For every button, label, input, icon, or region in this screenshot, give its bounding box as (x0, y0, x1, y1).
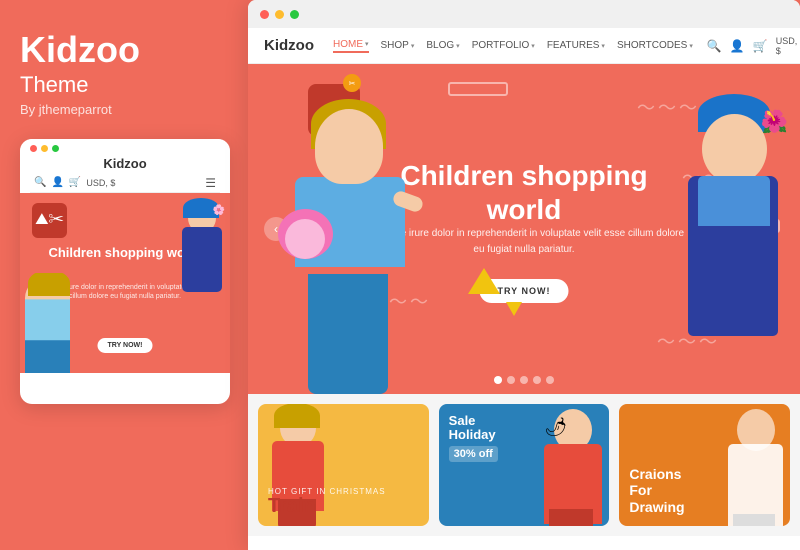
brand-author: By jthemeparrot (20, 102, 228, 117)
products-section: Hot gift in Christmas Train SaleHoliday … (248, 394, 800, 536)
shortcodes-chevron-icon: ▾ (689, 42, 693, 50)
triangle-yellow (468, 268, 500, 294)
nav-link-portfolio[interactable]: PORTFOLIO ▾ (472, 40, 535, 51)
brand-title: Kidzoo (20, 30, 228, 70)
product-card-crayons[interactable]: Craions For Drawing (619, 404, 790, 526)
hero-dot-4[interactable] (533, 376, 541, 384)
brand-subtitle: Theme (20, 72, 228, 98)
mobile-logo-icon: ⛰✂ (35, 211, 64, 229)
hot-gift-card-text: Hot gift in Christmas Train (268, 487, 419, 516)
mobile-nav-left: 🔍 👤 🛒 USD, $ (34, 177, 115, 188)
search-icon[interactable]: 🔍 (707, 39, 722, 53)
mobile-mockup: Kidzoo 🔍 👤 🛒 USD, $ ☰ ⛰✂ Children shoppi… (20, 139, 230, 404)
mobile-dots (30, 145, 220, 152)
nav-link-blog[interactable]: BLOG ▾ (426, 40, 459, 51)
baby-flower-icon: 🌺 (761, 109, 788, 135)
hero-girl-figure (273, 99, 428, 394)
mobile-girl-figure (20, 273, 75, 373)
cart-icon[interactable]: 🛒 (753, 39, 768, 53)
orange-card-child (725, 409, 785, 526)
hero-dot-5[interactable] (546, 376, 554, 384)
deco-rect-top (448, 82, 508, 96)
shop-chevron-icon: ▾ (411, 42, 415, 50)
mobile-nav-icons: 🔍 👤 🛒 USD, $ ☰ (30, 174, 220, 193)
mobile-hamburger-icon[interactable]: ☰ (205, 176, 216, 190)
product-card-hot-gift[interactable]: Hot gift in Christmas Train (258, 404, 429, 526)
sale-badge-area: SaleHoliday 30% off (449, 414, 498, 462)
home-chevron-icon: ▾ (365, 40, 369, 48)
site-logo: Kidzoo (264, 37, 319, 54)
browser-dot-red (260, 10, 269, 19)
browser-bar (248, 0, 800, 28)
site-nav-links: HOME ▾ SHOP ▾ BLOG ▾ PORTFOLIO ▾ FEATURE… (333, 39, 693, 53)
mobile-baby-figure: 🌸 (180, 203, 225, 298)
train-label: Train (268, 496, 419, 516)
mobile-dot-yellow (41, 145, 48, 152)
mobile-brand-name: Kidzoo (30, 156, 220, 171)
hero-dot-3[interactable] (520, 376, 528, 384)
hero-slider-dots (494, 376, 554, 384)
currency-label[interactable]: USD, $ (776, 36, 798, 56)
mobile-currency: USD, $ (86, 178, 115, 188)
blue-card-child: 🌶 (539, 409, 604, 526)
nav-link-home[interactable]: HOME ▾ (333, 39, 369, 53)
mobile-user-icon: 👤 (51, 177, 63, 188)
sale-off-label: 30% off (449, 446, 498, 462)
mobile-dot-red (30, 145, 37, 152)
user-icon[interactable]: 👤 (730, 39, 745, 53)
nav-link-shortcodes[interactable]: SHORTCODES ▾ (617, 40, 693, 51)
hero-baby-figure: 🌺 (680, 94, 790, 359)
mobile-search-icon: 🔍 (34, 177, 46, 188)
mobile-try-now-button[interactable]: TRY NOW! (98, 338, 153, 353)
mobile-cart-icon: 🛒 (69, 177, 81, 188)
hero-logo-badge: ✂ (343, 74, 361, 92)
hero-dot-1[interactable] (494, 376, 502, 384)
hero-dot-2[interactable] (507, 376, 515, 384)
triangle-yellow-small (506, 302, 522, 316)
browser-dot-yellow (275, 10, 284, 19)
portfolio-chevron-icon: ▾ (531, 42, 535, 50)
blog-chevron-icon: ▾ (456, 42, 460, 50)
nav-link-features[interactable]: FEATURES ▾ (547, 40, 605, 51)
features-chevron-icon: ▾ (601, 42, 605, 50)
product-card-sale-holiday[interactable]: SaleHoliday 30% off 🌶 (439, 404, 610, 526)
mobile-hero: ⛰✂ Children shopping world Duis aute iru… (20, 193, 230, 373)
left-panel: Kidzoo Theme By jthemeparrot Kidzoo 🔍 👤 … (0, 0, 248, 550)
nav-link-shop[interactable]: SHOP ▾ (381, 40, 415, 51)
sale-holiday-label: SaleHoliday (449, 414, 498, 443)
site-nav-icons: 🔍 👤 🛒 USD, $ (707, 36, 797, 56)
browser-mockup: Kidzoo HOME ▾ SHOP ▾ BLOG ▾ PORTFOLIO ▾ … (248, 0, 800, 550)
blue-card-icon: 🌶 (544, 417, 567, 438)
hero-section: 〜〜〜 〜〜〜 〜〜〜 〜〜〜 ⛰ ✂ Children shopping wo… (248, 64, 800, 394)
mobile-header: Kidzoo 🔍 👤 🛒 USD, $ ☰ (20, 139, 230, 193)
browser-dot-green (290, 10, 299, 19)
mobile-dot-green (52, 145, 59, 152)
mobile-logo-box: ⛰✂ (32, 203, 67, 238)
site-nav: Kidzoo HOME ▾ SHOP ▾ BLOG ▾ PORTFOLIO ▾ … (248, 28, 800, 64)
